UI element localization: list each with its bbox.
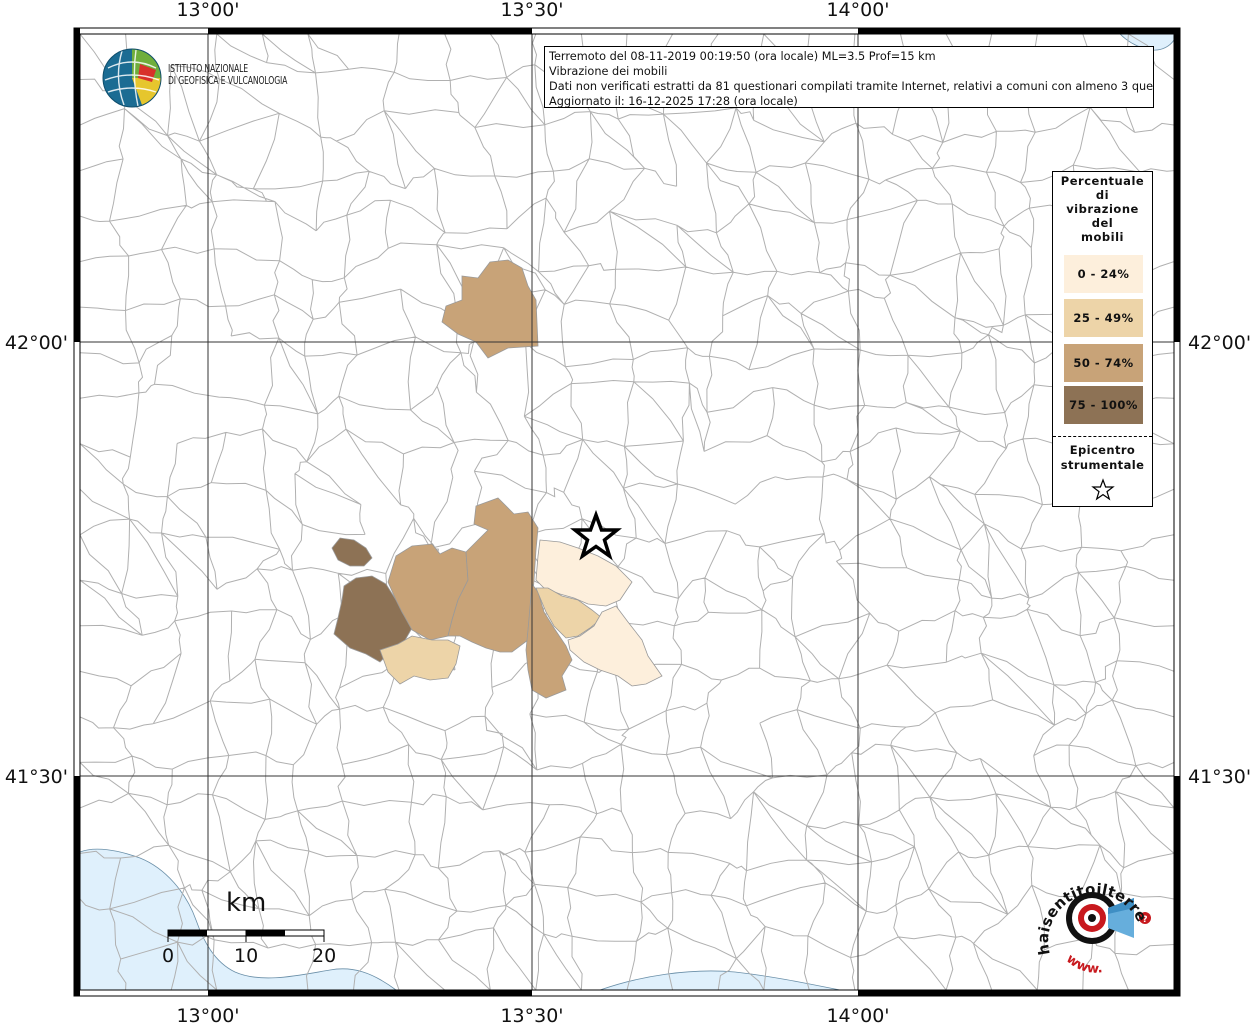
- legend-epicenter-label: Epicentro strumentale: [1053, 443, 1152, 473]
- legend-title-line: Percentuale: [1060, 174, 1145, 188]
- lon-label-bottom: 13°00': [176, 1005, 239, 1024]
- svg-text:www.: www.: [1063, 952, 1103, 977]
- lon-label-top: 13°30': [500, 0, 563, 21]
- lat-label-left: 41°30': [5, 766, 68, 788]
- lon-label-top: 14°00': [826, 0, 889, 21]
- scale-tick-label: 10: [234, 945, 259, 967]
- ingv-name: ISTITUTO NAZIONALE DI GEOFISICA E VULCAN…: [168, 63, 287, 87]
- haisentito-badge-icon: ? haisentitoilterremoto.it www.: [1022, 848, 1151, 977]
- legend-swatch-25-49: 25 - 49%: [1064, 299, 1143, 337]
- legend-swatch-75-100: 75 - 100%: [1064, 386, 1143, 424]
- lat-label-right: 41°30': [1188, 766, 1251, 788]
- longitude-labels-bottom: 13°00' 13°30' 14°00': [176, 1005, 889, 1024]
- lon-label-bottom: 13°30': [500, 1005, 563, 1024]
- scale-bar: km 0 10 20: [160, 888, 360, 978]
- event-info-box: Terremoto del 08-11-2019 00:19:50 (ora l…: [544, 46, 1154, 108]
- lat-label-right: 42°00': [1188, 332, 1251, 354]
- legend-title-line: di: [1095, 188, 1110, 202]
- lon-label-top: 13°00': [176, 0, 239, 21]
- scale-unit: km: [226, 888, 267, 918]
- haisentito-logo: ? haisentitoilterremoto.it www.: [1022, 848, 1160, 992]
- scale-tick-label: 0: [162, 945, 175, 967]
- legend: Percentuale di vibrazione del mobili 0 -…: [1052, 171, 1153, 507]
- map-subject: Vibrazione dei mobili: [549, 65, 668, 78]
- legend-divider: [1053, 436, 1152, 437]
- lon-label-bottom: 14°00': [826, 1005, 889, 1024]
- event-title: Terremoto del 08-11-2019 00:19:50 (ora l…: [549, 50, 936, 63]
- legend-title-line: del: [1091, 216, 1114, 230]
- scale-tick-label: 20: [312, 945, 337, 967]
- ingv-logo: ISTITUTO NAZIONALE DI GEOFISICA E VULCAN…: [102, 48, 332, 108]
- longitude-labels-top: 13°00' 13°30' 14°00': [176, 0, 889, 21]
- legend-epicenter-line: Epicentro: [1069, 443, 1136, 457]
- legend-title: Percentuale di vibrazione del mobili: [1053, 174, 1152, 244]
- star-icon: [1091, 478, 1115, 501]
- legend-swatch-50-74: 50 - 74%: [1064, 344, 1143, 382]
- ingv-name-line2: DI GEOFISICA E VULCANOLOGIA: [168, 75, 288, 87]
- ingv-globe-icon: [102, 48, 162, 108]
- data-note: Dati non verificati estratti da 81 quest…: [549, 80, 1154, 93]
- legend-title-line: mobili: [1081, 230, 1124, 244]
- latitude-labels-right: 42°00' 41°30': [1188, 332, 1251, 788]
- legend-epicenter-line: strumentale: [1060, 458, 1145, 472]
- haisentito-text-bottom: www.: [1063, 952, 1103, 977]
- latitude-labels-left: 42°00' 41°30': [5, 332, 68, 788]
- lat-label-left: 42°00': [5, 332, 68, 354]
- legend-swatch-0-24: 0 - 24%: [1064, 255, 1143, 293]
- ingv-name-line1: ISTITUTO NAZIONALE: [168, 63, 249, 75]
- legend-title-line: vibrazione: [1066, 202, 1139, 216]
- update-time: Aggiornato il: 16-12-2025 17:28 (ora loc…: [549, 95, 798, 108]
